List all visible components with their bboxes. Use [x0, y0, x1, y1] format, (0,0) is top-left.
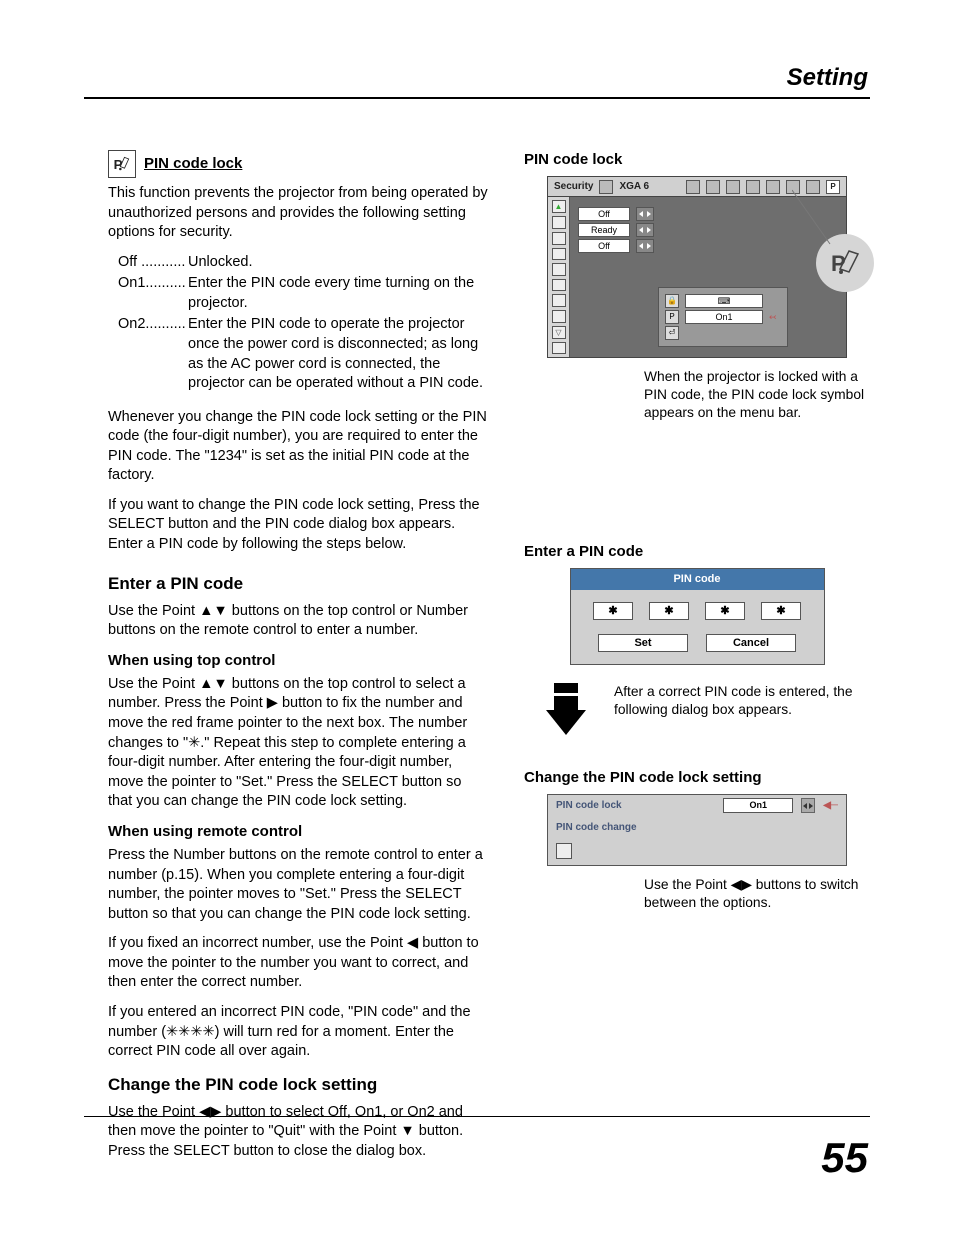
osd-side-icon — [552, 342, 566, 355]
chg-row1-value[interactable]: On1 — [723, 798, 793, 813]
switch-caption: Use the Point ◀▶ buttons to switch betwe… — [644, 876, 870, 912]
menu-icon — [726, 180, 740, 194]
osd-side-icon — [552, 248, 566, 261]
osd-option-value: Ready — [578, 223, 630, 237]
pin-digit[interactable]: ✱ — [761, 602, 801, 620]
pin-lock-intro: This function prevents the projector fro… — [108, 184, 488, 243]
quit-icon[interactable] — [556, 843, 572, 859]
page-content: P PIN code lock This function prevents t… — [108, 150, 870, 1173]
opt-on2-key: On2.......... — [118, 315, 188, 393]
callout-line — [792, 186, 852, 256]
header-rule — [84, 97, 870, 99]
top-control-body: Use the Point ▲▼ buttons on the top cont… — [108, 675, 488, 812]
osd-side-icon — [552, 232, 566, 245]
page-number: 55 — [821, 1130, 868, 1187]
enter-pin-intro: Use the Point ▲▼ buttons on the top cont… — [108, 602, 488, 641]
pin-dialog-title: PIN code — [571, 569, 824, 590]
opt-off-desc: Unlocked. — [188, 253, 488, 273]
quit-icon: ⏎ — [665, 326, 679, 340]
opt-on2-desc: Enter the PIN code to operate the projec… — [188, 315, 488, 393]
osd-side-icon — [552, 294, 566, 307]
locked-caption: When the projector is locked with a PIN … — [644, 368, 870, 422]
top-control-title: When using top control — [108, 651, 488, 671]
osd-down-icon: ▽ — [552, 326, 566, 339]
pointer-icon: ↢ — [769, 311, 781, 323]
osd-side-icon — [552, 263, 566, 276]
osd-sub-keylock: ⌨ — [685, 294, 763, 308]
osd-side-icon — [552, 216, 566, 229]
osd-side-icon — [552, 310, 566, 323]
pin-code-dialog: PIN code ✱ ✱ ✱ ✱ Set Cancel — [570, 568, 825, 665]
pin-lock-icon: P — [108, 150, 136, 178]
footer-rule — [84, 1116, 870, 1117]
menu-icon — [706, 180, 720, 194]
change-setting-title: Change the PIN code lock setting — [108, 1074, 488, 1097]
opt-on1-key: On1.......... — [118, 274, 188, 313]
osd-sidebar: ▲ ▽ — [548, 197, 570, 357]
pointer-icon: ◀─ — [823, 799, 838, 813]
header-title: Setting — [787, 62, 868, 94]
pin-lock-options: Off ........... Unlocked. On1.......... … — [118, 253, 488, 394]
menu-icon — [686, 180, 700, 194]
cancel-button[interactable]: Cancel — [706, 634, 796, 652]
left-right-icon — [636, 239, 654, 253]
fix-number-body: If you fixed an incorrect number, use th… — [108, 934, 488, 993]
osd-up-icon: ▲ — [552, 200, 566, 213]
wrong-pin-body: If you entered an incorrect PIN code, "P… — [108, 1003, 488, 1062]
opt-on1-desc: Enter the PIN code every time turning on… — [188, 274, 488, 313]
osd-sub-dialog: 🔒 ⌨ P On1 ↢ ⏎ — [658, 287, 788, 347]
remote-control-title: When using remote control — [108, 822, 488, 842]
chg-row2-label: PIN code change — [556, 821, 656, 835]
osd-option-value: Off — [578, 239, 630, 253]
after-pin-caption: After a correct PIN code is entered, the… — [614, 683, 870, 719]
change-pin-dialog: PIN code lock On1 ◀─ PIN code change — [547, 794, 847, 866]
enter-pin-panel-title: Enter a PIN code — [524, 542, 870, 562]
osd-xga-text: XGA 6 — [619, 180, 649, 194]
pin-icon: P — [665, 310, 679, 324]
osd-tab-icon — [599, 180, 613, 194]
left-right-icon — [636, 223, 654, 237]
menu-icon — [746, 180, 760, 194]
osd-section-title: PIN code lock — [524, 150, 870, 170]
pin-lock-p2: If you want to change the PIN code lock … — [108, 496, 488, 555]
arrow-down-icon — [536, 681, 596, 748]
osd-title-text: Security — [554, 180, 593, 194]
menu-icon — [766, 180, 780, 194]
change-setting-body: Use the Point ◀▶ button to select Off, O… — [108, 1103, 488, 1162]
left-column: P PIN code lock This function prevents t… — [108, 150, 488, 1171]
osd-sub-value: On1 — [685, 310, 763, 324]
left-right-icon[interactable] — [801, 798, 815, 813]
right-column: PIN code lock Security XGA 6 — [524, 150, 870, 1171]
enter-pin-title: Enter a PIN code — [108, 573, 488, 596]
pin-lock-p1: Whenever you change the PIN code lock se… — [108, 408, 488, 486]
opt-off-key: Off ........... — [118, 253, 188, 273]
osd-option-value: Off — [578, 207, 630, 221]
chg-row1-label: PIN code lock — [556, 799, 656, 813]
pin-digit[interactable]: ✱ — [649, 602, 689, 620]
change-setting-panel-title: Change the PIN code lock setting — [524, 768, 870, 788]
remote-control-body: Press the Number buttons on the remote c… — [108, 846, 488, 924]
pin-lock-section-title: PIN code lock — [144, 154, 242, 174]
set-button[interactable]: Set — [598, 634, 688, 652]
pin-digit[interactable]: ✱ — [593, 602, 633, 620]
pin-digit[interactable]: ✱ — [705, 602, 745, 620]
left-right-icon — [636, 207, 654, 221]
lock-icon: 🔒 — [665, 294, 679, 308]
osd-side-icon — [552, 279, 566, 292]
